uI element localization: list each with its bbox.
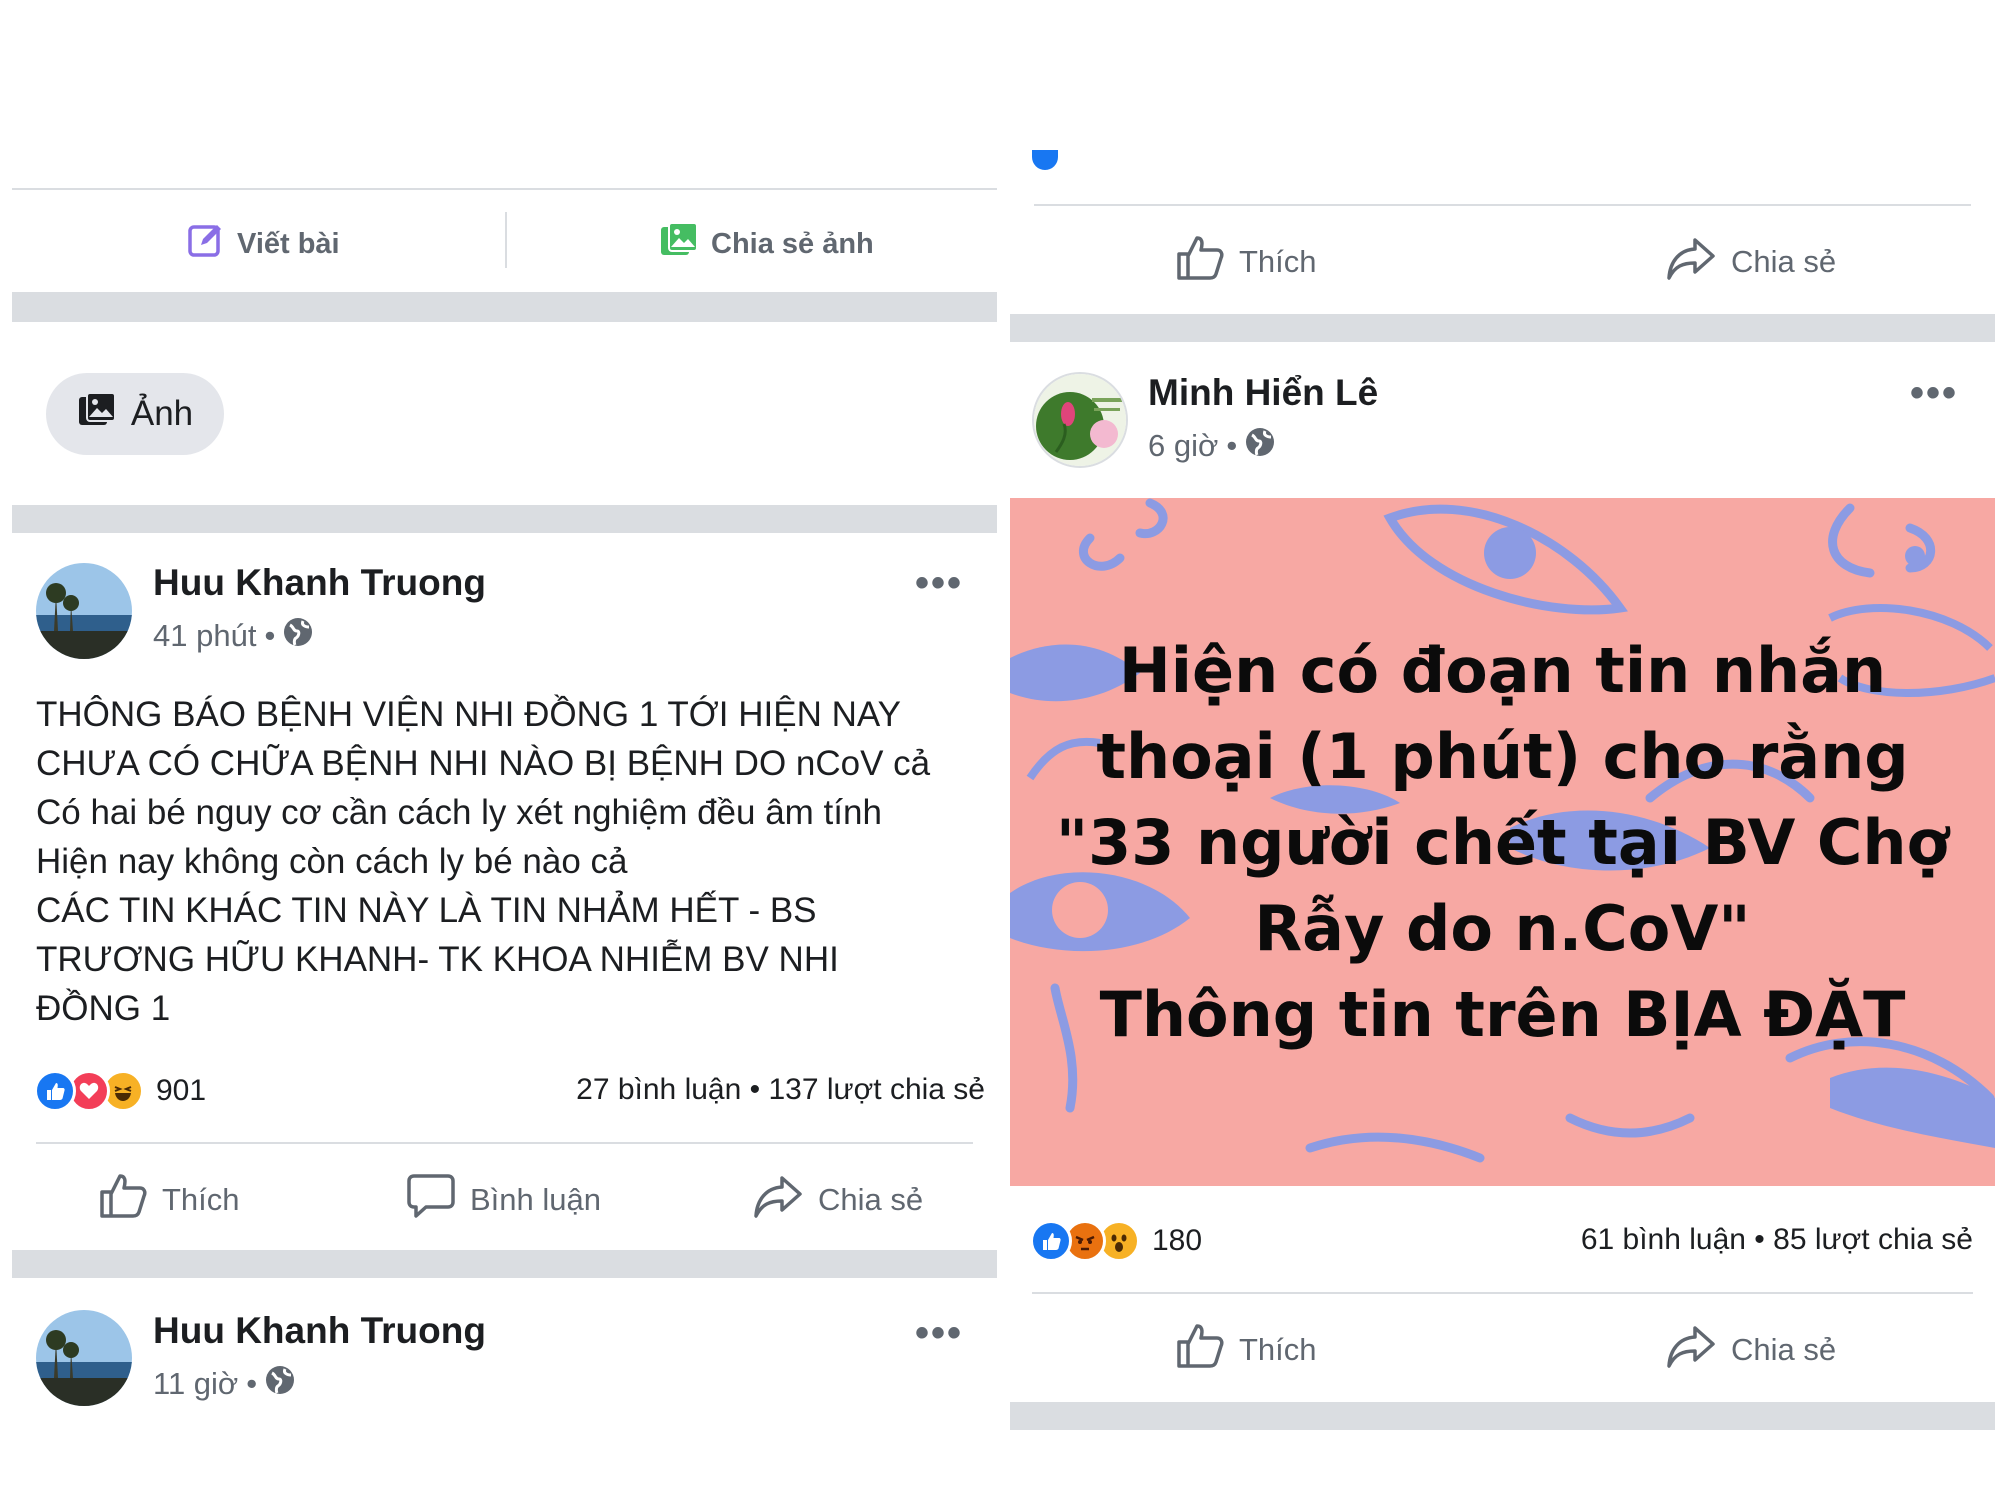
- share-icon: [752, 1172, 804, 1228]
- like-label: Thích: [162, 1182, 240, 1217]
- share-button[interactable]: Chia sẻ: [1665, 234, 1836, 290]
- comment-label: Bình luận: [470, 1182, 601, 1217]
- section-separator: [1010, 1402, 1995, 1430]
- more-options-icon[interactable]: •••: [915, 1313, 963, 1353]
- post-meta: 41 phút •: [153, 617, 313, 655]
- edit-icon: [187, 221, 225, 267]
- thumbs-up-icon: [1175, 234, 1225, 290]
- reaction-summary[interactable]: 901: [34, 1070, 206, 1112]
- post-time[interactable]: 6 giờ: [1148, 428, 1218, 464]
- like-reaction-icon: [1030, 1220, 1072, 1262]
- image-text-line: Rẫy do n.CoV": [1254, 892, 1751, 965]
- globe-icon: [265, 1365, 295, 1403]
- globe-icon: [283, 617, 313, 655]
- divider: [1034, 204, 1971, 206]
- more-options-icon[interactable]: •••: [1910, 373, 1958, 413]
- share-label: Chia sẻ: [1731, 244, 1837, 279]
- comment-icon: [406, 1172, 456, 1228]
- post-text-line: THÔNG BÁO BỆNH VIỆN NHI ĐỒNG 1 TỚI HIỆN …: [36, 695, 901, 734]
- share-icon: [1665, 234, 1717, 290]
- section-separator: [1010, 314, 1995, 342]
- reaction-summary[interactable]: 180: [1030, 1220, 1202, 1262]
- like-label: Thích: [1239, 244, 1317, 279]
- post-text-line: CÁC TIN KHÁC TIN NÀY LÀ TIN NHẢM HẾT - B…: [36, 891, 817, 930]
- image-text-line: Thông tin trên BỊA ĐẶT: [1099, 978, 1906, 1051]
- image-text-line: thoại (1 phút) cho rằng: [1096, 720, 1909, 793]
- share-button[interactable]: Chia sẻ: [1665, 1322, 1836, 1378]
- post-stats[interactable]: 61 bình luận • 85 lượt chia sẻ: [1581, 1223, 1973, 1257]
- post-text-line: Có hai bé nguy cơ cần cách ly xét nghiệm…: [36, 793, 882, 832]
- share-label: Chia sẻ: [818, 1182, 924, 1217]
- post-author[interactable]: Huu Khanh Truong: [153, 562, 486, 604]
- post-text-line: ĐỒNG 1: [36, 989, 171, 1028]
- comment-button[interactable]: Bình luận: [406, 1172, 601, 1228]
- post-text-line: TRƯƠNG HỮU KHANH- TK KHOA NHIỄM BV NHI: [36, 940, 839, 979]
- post-image[interactable]: Hiện có đoạn tin nhắn thoại (1 phút) cho…: [1010, 498, 1995, 1186]
- photo-icon: [659, 221, 699, 267]
- like-label: Thích: [1239, 1332, 1317, 1367]
- write-post-button[interactable]: Viết bài: [187, 221, 340, 267]
- like-button[interactable]: Thích: [1175, 1322, 1317, 1378]
- like-button[interactable]: Thích: [1175, 234, 1317, 290]
- thumbs-up-icon: [98, 1172, 148, 1228]
- post-text-line: CHƯA CÓ CHỮA BỆNH NHI NÀO BỊ BỆNH DO nCo…: [36, 744, 931, 783]
- thumbs-up-icon: [1175, 1322, 1225, 1378]
- right-feed-panel: Thích Chia sẻ Minh Hiển Lê 6 giờ • ••• H…: [1010, 0, 1995, 1500]
- reaction-count: 180: [1152, 1224, 1203, 1257]
- post-meta: 11 giờ •: [153, 1365, 295, 1403]
- post-text-line: Hiện nay không còn cách ly bé nào cả: [36, 842, 628, 881]
- post-author[interactable]: Minh Hiển Lê: [1148, 372, 1378, 414]
- image-caption-text: Hiện có đoạn tin nhắn thoại (1 phút) cho…: [1010, 628, 1995, 1058]
- post-time[interactable]: 41 phút: [153, 618, 256, 654]
- post-meta: 6 giờ •: [1148, 427, 1275, 465]
- post-stats[interactable]: 27 bình luận • 137 lượt chia sẻ: [576, 1073, 985, 1107]
- share-label: Chia sẻ: [1731, 1332, 1837, 1367]
- photo-icon: [77, 391, 117, 438]
- share-button[interactable]: Chia sẻ: [752, 1172, 923, 1228]
- share-photo-button[interactable]: Chia sẻ ảnh: [659, 221, 874, 267]
- reaction-count: 901: [156, 1074, 207, 1107]
- image-text-line: Hiện có đoạn tin nhắn: [1118, 634, 1887, 707]
- share-photo-label: Chia sẻ ảnh: [711, 227, 874, 260]
- dot-separator: •: [1226, 428, 1238, 463]
- like-reaction-icon: [1032, 150, 1058, 170]
- divider: [12, 188, 997, 190]
- like-button[interactable]: Thích: [98, 1172, 240, 1228]
- photos-chip-label: Ảnh: [130, 394, 194, 433]
- section-separator: [12, 505, 997, 533]
- post-text: THÔNG BÁO BỆNH VIỆN NHI ĐỒNG 1 TỚI HIỆN …: [36, 690, 996, 1033]
- more-options-icon[interactable]: •••: [915, 563, 963, 603]
- avatar[interactable]: [1032, 372, 1128, 468]
- post-author[interactable]: Huu Khanh Truong: [153, 1310, 486, 1352]
- avatar[interactable]: [36, 1310, 132, 1406]
- image-text-line: "33 người chết tại BV Chợ: [1055, 806, 1950, 879]
- photos-chip[interactable]: Ảnh: [46, 373, 224, 455]
- divider: [1032, 1292, 1973, 1294]
- divider: [36, 1142, 973, 1144]
- dot-separator: •: [264, 618, 276, 653]
- left-feed-panel: Viết bài Chia sẻ ảnh Ảnh Huu Khanh Truon…: [12, 0, 997, 1500]
- divider: [505, 212, 507, 268]
- like-reaction-icon: [34, 1070, 76, 1112]
- dot-separator: •: [246, 1366, 258, 1401]
- write-post-label: Viết bài: [237, 227, 340, 260]
- globe-icon: [1245, 427, 1275, 465]
- avatar[interactable]: [36, 563, 132, 659]
- share-icon: [1665, 1322, 1717, 1378]
- section-separator: [12, 1250, 997, 1278]
- post-time[interactable]: 11 giờ: [153, 1366, 238, 1402]
- section-separator: [12, 292, 997, 322]
